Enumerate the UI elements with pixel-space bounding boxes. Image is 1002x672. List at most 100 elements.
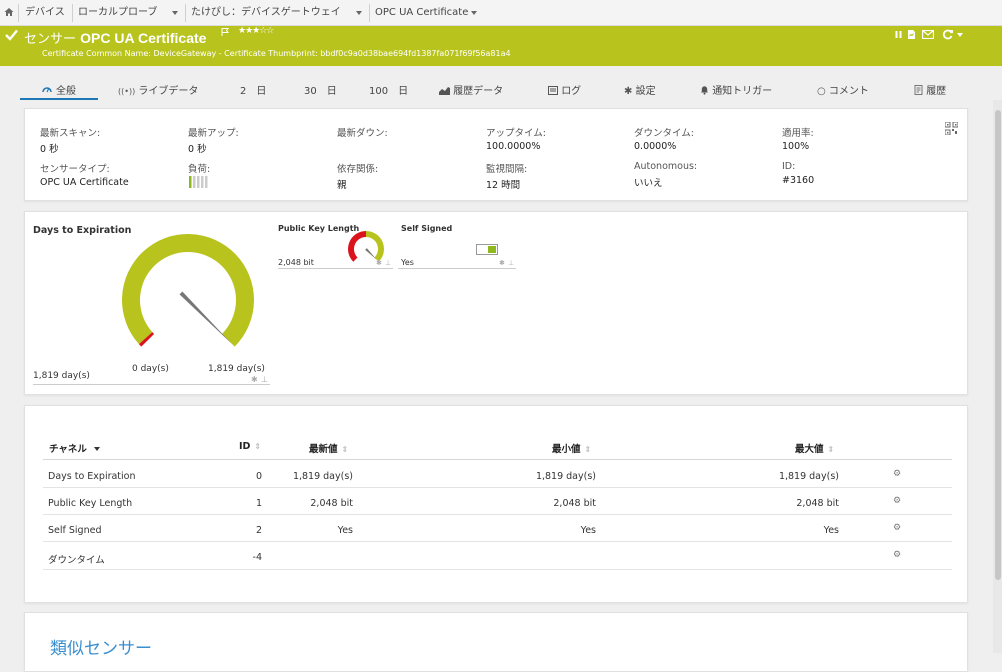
public-key-length-gauge xyxy=(348,231,384,262)
tab-label: 30 日 xyxy=(304,86,337,97)
last-down-label: 最新ダウン: xyxy=(337,128,388,139)
log-icon xyxy=(548,86,558,95)
gauge-value: 2,048 bit xyxy=(278,258,314,267)
id-label: ID: xyxy=(782,161,796,172)
tab-30-days[interactable]: 30 日 xyxy=(304,82,337,100)
gauge-title: Self Signed xyxy=(401,224,453,233)
scrollbar-thumb[interactable] xyxy=(995,110,1001,580)
tab-bar: 全般 ((•)) ライブデータ 2 日 30 日 100 日 履歴データ ログ … xyxy=(0,66,1002,102)
id-value: #3160 xyxy=(782,175,815,186)
sort-icon: ⇕ xyxy=(341,445,349,454)
breadcrumb-sensor[interactable]: OPC UA Certificate xyxy=(375,0,468,26)
tab-label: ログ xyxy=(561,86,582,97)
tab-history[interactable]: 履歴 xyxy=(914,82,946,100)
refresh-icon[interactable] xyxy=(942,29,954,40)
channel-settings-icon[interactable]: ⚙ xyxy=(893,550,901,560)
downtime-label: ダウンタイム: xyxy=(634,128,695,139)
column-header-min[interactable]: 最小値 ⇕ xyxy=(552,441,591,455)
history-icon xyxy=(914,85,923,95)
chevron-down-icon[interactable] xyxy=(957,33,963,37)
tab-label: 設定 xyxy=(635,86,656,97)
cell-last-value: 1,819 day(s) xyxy=(292,471,353,482)
header-divider xyxy=(43,459,952,460)
gear-icon[interactable]: ✱ xyxy=(499,259,505,267)
breadcrumb-device-gateway[interactable]: たけぴし：デバイスゲートウェイ xyxy=(191,0,341,26)
last-scan-label: 最新スキャン: xyxy=(40,128,101,139)
cell-channel[interactable]: Public Key Length xyxy=(48,498,132,509)
sensor-subtitle: Certificate Common Name: DeviceGateway -… xyxy=(42,49,511,58)
report-icon[interactable] xyxy=(906,29,917,40)
chevron-down-icon[interactable] xyxy=(172,11,178,15)
tab-settings[interactable]: ✱ 設定 xyxy=(624,82,656,100)
area-chart-icon xyxy=(439,87,450,95)
chevron-down-icon[interactable] xyxy=(356,11,362,15)
live-icon: ((•)) xyxy=(118,87,136,96)
pin-icon[interactable]: ⊥ xyxy=(508,259,514,267)
column-header-label: 最新値 xyxy=(309,444,338,455)
sort-icon: ⇕ xyxy=(254,442,262,451)
tab-label: 全般 xyxy=(56,86,76,97)
home-icon[interactable] xyxy=(4,7,14,17)
flag-icon[interactable] xyxy=(220,27,230,37)
tab-label: ライブデータ xyxy=(138,86,199,97)
gauge-min-label: 0 day(s) xyxy=(132,364,169,374)
cell-max: Yes xyxy=(823,525,839,536)
breadcrumb-local-probe[interactable]: ローカルプローブ xyxy=(78,0,157,26)
gauge-icon xyxy=(42,87,52,93)
tab-historic-data[interactable]: 履歴データ xyxy=(439,82,503,100)
channel-settings-icon[interactable]: ⚙ xyxy=(893,523,901,533)
tab-label: コメント xyxy=(828,86,869,97)
bell-icon xyxy=(701,86,708,95)
dependency-label: 依存関係: xyxy=(337,164,379,175)
channel-settings-icon[interactable]: ⚙ xyxy=(893,469,901,479)
pin-icon[interactable]: ⊥ xyxy=(261,375,268,384)
self-signed-toggle xyxy=(476,244,498,255)
gear-icon[interactable]: ✱ xyxy=(251,375,258,384)
sort-icon: ⇕ xyxy=(584,445,592,454)
cell-id: -4 xyxy=(252,552,262,563)
column-header-channel[interactable]: チャネル xyxy=(49,441,101,455)
tab-general[interactable]: 全般 xyxy=(20,82,98,100)
breadcrumb: デバイス ローカルプローブ たけぴし：デバイスゲートウェイ OPC UA Cer… xyxy=(0,0,1002,26)
chevron-down-icon[interactable] xyxy=(471,11,477,15)
gauge-value: Yes xyxy=(401,258,414,267)
channel-settings-icon[interactable]: ⚙ xyxy=(893,496,901,506)
gear-icon[interactable]: ✱ xyxy=(376,259,382,267)
tab-2-days[interactable]: 2 日 xyxy=(240,82,266,100)
tab-label: 履歴データ xyxy=(453,86,504,97)
gauge-value: 1,819 day(s) xyxy=(33,371,90,381)
pause-icon[interactable] xyxy=(894,30,903,39)
cell-channel[interactable]: Days to Expiration xyxy=(48,471,136,482)
sort-down-icon xyxy=(94,447,101,451)
autonomous-label: Autonomous: xyxy=(634,161,698,172)
cell-last-value: 2,048 bit xyxy=(310,498,353,509)
pin-icon[interactable]: ⊥ xyxy=(385,259,391,267)
cell-last-value: Yes xyxy=(337,525,353,536)
tab-live-data[interactable]: ((•)) ライブデータ xyxy=(118,82,198,100)
tab-log[interactable]: ログ xyxy=(548,82,581,100)
column-header-last-value[interactable]: 最新値 ⇕ xyxy=(309,441,348,455)
last-up-label: 最新アップ: xyxy=(188,128,239,139)
gauge-title: Days to Expiration xyxy=(33,225,132,236)
tab-comments[interactable]: ○ コメント xyxy=(817,82,869,100)
cell-max: 2,048 bit xyxy=(796,498,839,509)
cell-channel[interactable]: Self Signed xyxy=(48,525,101,536)
breadcrumb-devices[interactable]: デバイス xyxy=(25,0,65,26)
email-icon[interactable] xyxy=(922,30,934,39)
column-header-label: 最大値 xyxy=(795,444,824,455)
tab-notification-triggers[interactable]: 通知トリガー xyxy=(700,82,772,100)
column-header-id[interactable]: ID ⇕ xyxy=(239,441,261,452)
column-header-max[interactable]: 最大値 ⇕ xyxy=(795,441,834,455)
qr-code-icon[interactable] xyxy=(945,122,958,135)
priority-stars[interactable]: ★★★☆☆ xyxy=(238,26,274,36)
tab-label: 100 日 xyxy=(369,86,409,97)
tab-label: 履歴 xyxy=(926,86,947,97)
gauges-card: Days to Expiration 0 day(s) 1,819 day(s)… xyxy=(24,211,968,395)
coverage-value: 100% xyxy=(782,141,810,152)
cell-channel[interactable]: ダウンタイム xyxy=(48,552,105,566)
gauge-divider xyxy=(398,268,516,269)
tab-100-days[interactable]: 100 日 xyxy=(369,82,408,100)
gauge-max-label: 1,819 day(s) xyxy=(208,364,265,374)
row-divider xyxy=(43,569,952,570)
dependency-value[interactable]: 親 xyxy=(337,177,347,191)
